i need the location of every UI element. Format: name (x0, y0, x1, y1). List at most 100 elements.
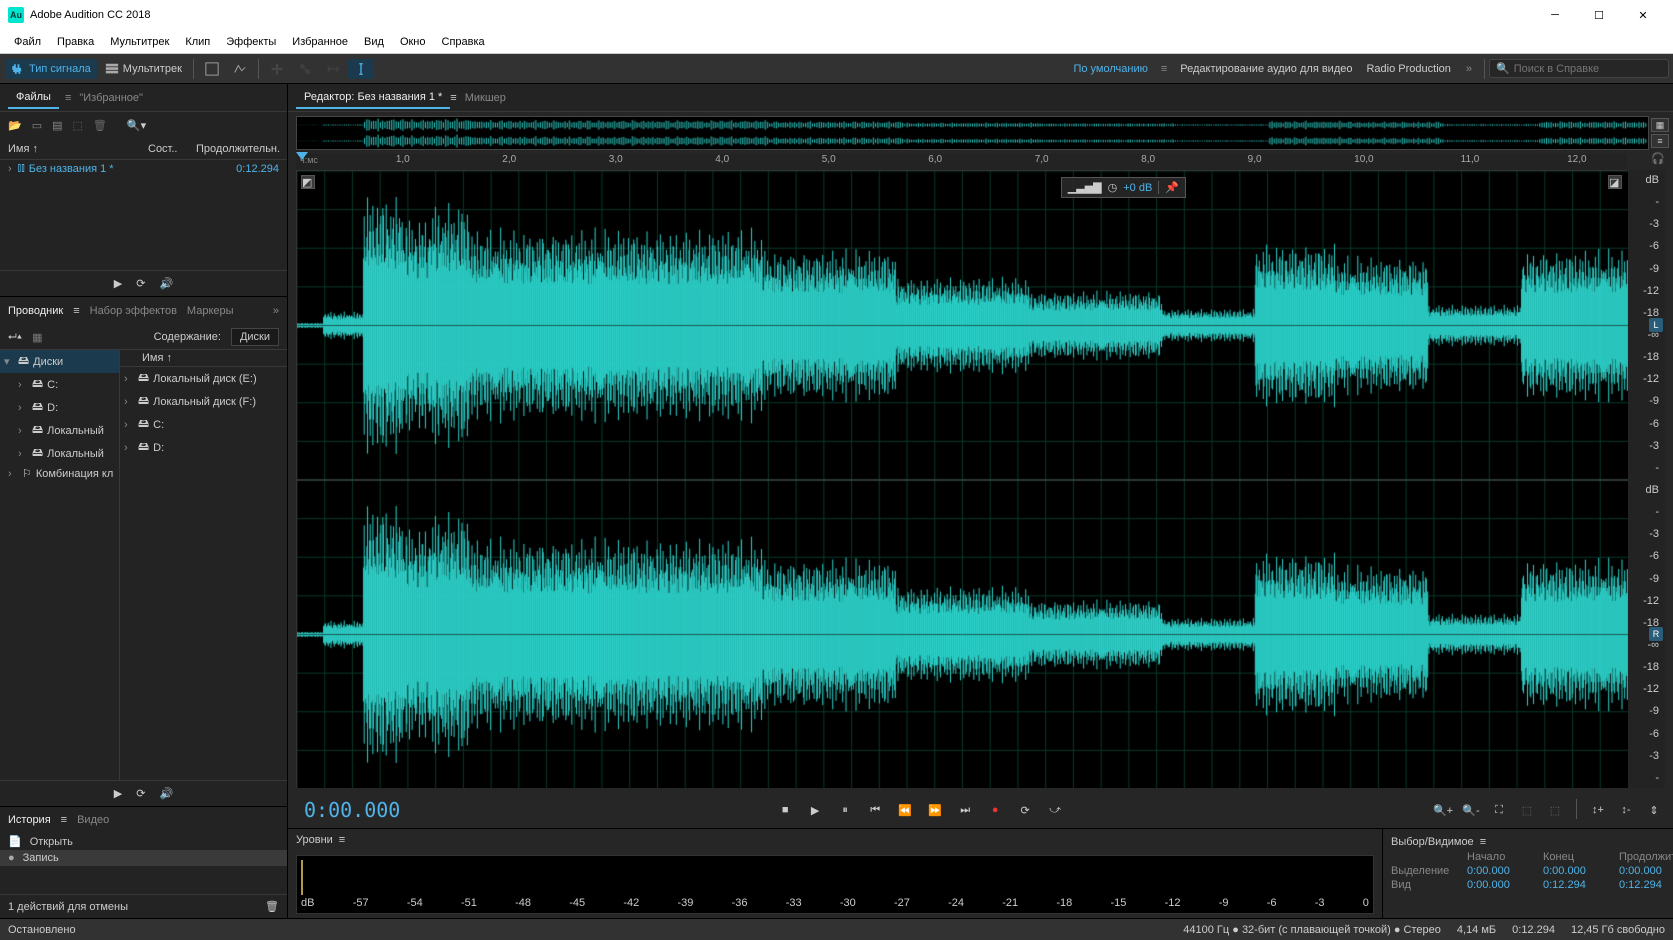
sel-end-value[interactable]: 0:00.000 (1543, 865, 1613, 877)
loop-icon[interactable]: ⟳ (136, 787, 145, 800)
rewind-button[interactable]: ⏪ (894, 799, 916, 821)
loop-icon[interactable]: ⟳ (136, 277, 145, 290)
import-icon[interactable]: ⬚ (73, 119, 83, 132)
trash-icon[interactable]: 🗑 (265, 900, 279, 913)
tab-editor[interactable]: Редактор: Без названия 1 * (296, 87, 450, 109)
view-end-value[interactable]: 0:12.294 (1543, 879, 1613, 891)
filter-icon[interactable]: 🔍▾ (127, 119, 146, 132)
tree-item[interactable]: ›⚐Комбинация кл (0, 465, 119, 482)
trash-icon[interactable]: 🗑 (93, 119, 107, 132)
menu-icon[interactable]: ≡ (1161, 63, 1167, 75)
zoom-out-button[interactable]: 🔍- (1460, 799, 1482, 821)
content-select[interactable]: Диски (231, 328, 279, 346)
tab-markers[interactable]: Маркеры (187, 305, 234, 317)
view-start-value[interactable]: 0:00.000 (1467, 879, 1537, 891)
list-item[interactable]: ›🖴D: (120, 436, 287, 459)
overview-waveform[interactable] (296, 116, 1649, 150)
tree-item[interactable]: ▾🖴Диски (0, 350, 119, 373)
window-close-button[interactable]: ✕ (1621, 1, 1665, 29)
spectral-freq-button[interactable] (199, 59, 225, 79)
timeline-ruler[interactable]: ч:мс 1,0 2,0 3,0 4,0 5,0 6,0 7,0 8,0 9,0… (296, 154, 1627, 170)
move-tool-button[interactable] (264, 59, 290, 79)
play-button[interactable]: ▶ (804, 799, 826, 821)
workspace-default-button[interactable]: По умолчанию (1067, 60, 1153, 78)
window-maximize-button[interactable]: ☐ (1577, 1, 1621, 29)
skip-end-button[interactable]: ⏭ (954, 799, 976, 821)
headphones-icon[interactable]: 🎧 (1651, 152, 1665, 165)
menu-clip[interactable]: Клип (177, 33, 218, 51)
skip-start-button[interactable]: ⏮ (864, 799, 886, 821)
menu-file[interactable]: Файл (6, 33, 49, 51)
chevron-right-icon[interactable]: » (273, 305, 279, 317)
autoplay-icon[interactable]: 🔊 (159, 277, 173, 290)
open-file-icon[interactable]: 📂 (8, 119, 22, 132)
forward-button[interactable]: ⏩ (924, 799, 946, 821)
zoom-in-point-button[interactable]: ⬚ (1544, 799, 1566, 821)
files-col-name[interactable]: Имя ↑ (8, 143, 148, 155)
menu-multitrack[interactable]: Мультитрек (102, 33, 177, 51)
tree-item[interactable]: ›🖴C: (0, 373, 119, 396)
waveform-editor[interactable]: ◩ ◪ ▁▃▅▇ ◷ +0 dB 📌 dB--3-6-9-12-18-∞-18-… (296, 170, 1665, 788)
loop-button[interactable]: ⟳ (1014, 799, 1036, 821)
help-search-input[interactable] (1514, 63, 1662, 75)
up-folder-icon[interactable]: ⮠▴ (8, 331, 22, 344)
zoom-in-button[interactable]: 🔍+ (1432, 799, 1454, 821)
view-dur-value[interactable]: 0:12.294 (1619, 879, 1673, 891)
zoom-selection-button[interactable]: ⬚ (1516, 799, 1538, 821)
menu-help[interactable]: Справка (434, 33, 493, 51)
history-item[interactable]: 📄Открыть (0, 833, 287, 850)
list-header[interactable]: Имя ↑ (120, 350, 287, 367)
new-multitrack-icon[interactable]: ▤ (52, 119, 62, 132)
menu-effects[interactable]: Эффекты (218, 33, 284, 51)
volume-hud[interactable]: ▁▃▅▇ ◷ +0 dB 📌 (1061, 177, 1186, 198)
panel-menu-icon[interactable]: ≡ (73, 305, 79, 317)
play-icon[interactable]: ▶ (114, 277, 122, 290)
list-item[interactable]: ›🖴Локальный диск (F:) (120, 390, 287, 413)
tab-video[interactable]: Видео (77, 814, 109, 826)
stop-button[interactable]: ■ (774, 799, 796, 821)
file-row[interactable]: › ⫾⫾ Без названия 1 * 0:12.294 (0, 160, 287, 177)
waveform-view-button[interactable]: Тип сигнала (5, 59, 97, 79)
files-col-duration[interactable]: Продолжительн. (196, 143, 280, 155)
play-icon[interactable]: ▶ (114, 787, 122, 800)
list-item[interactable]: ›🖴C: (120, 413, 287, 436)
razor-tool-button[interactable] (292, 59, 318, 79)
spectral-pitch-button[interactable] (227, 59, 253, 79)
sel-start-value[interactable]: 0:00.000 (1467, 865, 1537, 877)
history-item[interactable]: ●Запись (0, 850, 287, 866)
tab-files[interactable]: Файлы (8, 87, 59, 109)
zoom-out-amp-button[interactable]: ↕- (1615, 799, 1637, 821)
pin-icon[interactable]: 📌 (1158, 181, 1179, 194)
tree-item[interactable]: ›🖴D: (0, 396, 119, 419)
levels-meter[interactable]: dB -57-54-51-48-45-42-39-36-33-30-27-24-… (296, 855, 1374, 914)
window-minimize-button[interactable]: ─ (1533, 1, 1577, 29)
chevron-right-icon[interactable]: » (1466, 63, 1472, 75)
slip-tool-button[interactable] (320, 59, 346, 79)
panel-menu-icon[interactable]: ≡ (1480, 836, 1486, 848)
refresh-icon[interactable]: ▦ (32, 331, 42, 344)
list-item[interactable]: ›🖴Локальный диск (E:) (120, 367, 287, 390)
menu-view[interactable]: Вид (356, 33, 392, 51)
channel-r-toggle[interactable]: ◪ (1608, 175, 1622, 189)
overview-settings-button[interactable]: ≡ (1651, 134, 1669, 148)
workspace-video-button[interactable]: Редактирование аудио для видео (1174, 60, 1358, 78)
panel-menu-icon[interactable]: ≡ (339, 834, 345, 846)
tab-history[interactable]: История (8, 814, 51, 826)
overview-view-button[interactable]: ▦ (1651, 118, 1669, 132)
zoom-reset-amp-button[interactable]: ⇕ (1643, 799, 1665, 821)
tab-favorites[interactable]: "Избранное" (71, 88, 151, 108)
pause-button[interactable]: ⏸ (834, 799, 856, 821)
autoplay-icon[interactable]: 🔊 (159, 787, 173, 800)
panel-menu-icon[interactable]: ≡ (61, 814, 67, 826)
workspace-radio-button[interactable]: Radio Production (1360, 60, 1456, 78)
multitrack-view-button[interactable]: Мультитрек (99, 59, 188, 79)
channel-l-toggle[interactable]: ◩ (301, 175, 315, 189)
new-file-icon[interactable]: ▭ (32, 119, 42, 132)
sel-dur-value[interactable]: 0:00.000 (1619, 865, 1673, 877)
record-button[interactable]: ● (984, 799, 1006, 821)
files-col-state[interactable]: Сост.. (148, 143, 196, 155)
tab-mixer[interactable]: Микшер (457, 88, 514, 108)
menu-favorites[interactable]: Избранное (284, 33, 356, 51)
tab-explorer[interactable]: Проводник (8, 305, 63, 317)
zoom-in-amp-button[interactable]: ↕+ (1587, 799, 1609, 821)
